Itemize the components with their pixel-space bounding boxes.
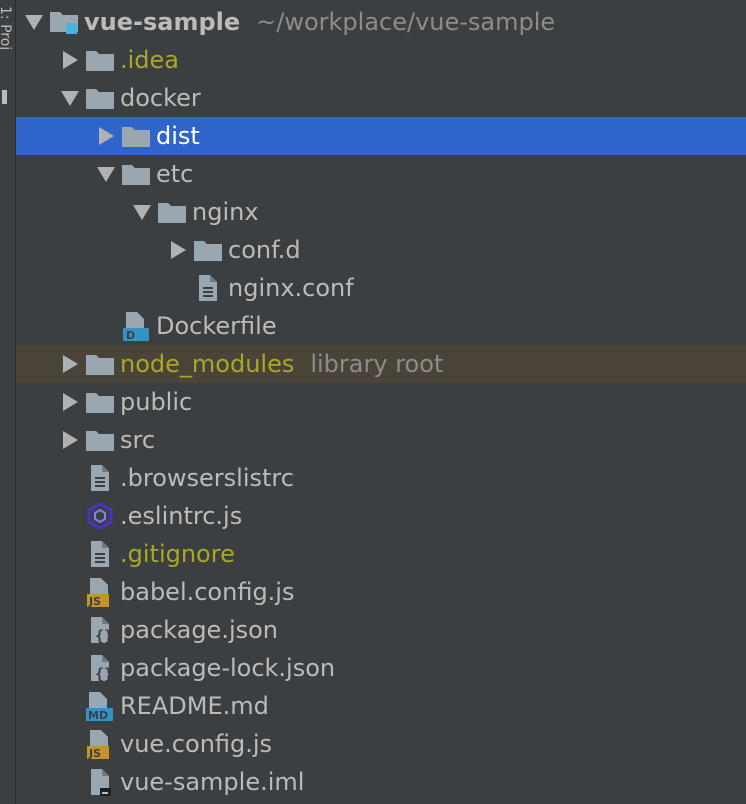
expand-arrow-down-icon[interactable] xyxy=(92,155,120,193)
triangle-shape xyxy=(25,14,43,30)
js-file-icon: JS xyxy=(84,573,116,611)
triangle-shape xyxy=(97,166,115,182)
tree-row-docker[interactable]: docker xyxy=(16,79,746,117)
folder-icon xyxy=(156,193,188,231)
tree-item-label: package.json xyxy=(120,616,279,644)
iml-file-icon xyxy=(84,763,116,801)
svg-text:JS: JS xyxy=(88,595,101,607)
tree-item-label: etc xyxy=(156,160,194,188)
triangle-shape xyxy=(133,204,151,220)
tree-row-vue-sample[interactable]: vue-sample ~/workplace/vue-sample xyxy=(16,3,746,41)
eslint-icon xyxy=(84,497,116,535)
expand-arrow-right-icon[interactable] xyxy=(164,231,192,269)
tree-item-label: Dockerfile xyxy=(156,312,277,340)
tree-item-label: README.md xyxy=(120,692,269,720)
tree-item-label: vue.config.js xyxy=(120,730,273,758)
tree-item-label: nginx.conf xyxy=(228,274,354,302)
markdown-file-icon: MD xyxy=(84,687,116,725)
js-file-icon: JS xyxy=(84,725,116,763)
triangle-shape xyxy=(62,393,78,411)
expand-arrow-right-icon[interactable] xyxy=(56,383,84,421)
tree-item-label: src xyxy=(120,426,156,454)
folder-icon xyxy=(84,421,116,459)
library-root-hint: library root xyxy=(310,350,444,378)
text-file-icon xyxy=(84,459,116,497)
folder-icon xyxy=(192,231,224,269)
folder-icon xyxy=(84,41,116,79)
tree-item-label: .idea xyxy=(120,46,180,74)
tree-row-vue-sample-iml[interactable]: vue-sample.iml xyxy=(16,763,746,801)
text-file-icon xyxy=(84,535,116,573)
tree-item-label: .eslintrc.js xyxy=(120,502,243,530)
tree-item-label: .gitignore xyxy=(120,540,235,568)
project-path-hint: ~/workplace/vue-sample xyxy=(256,8,556,36)
tree-item-label: node_modules xyxy=(120,350,295,378)
project-tool-window-stripe[interactable]: 1: Proj xyxy=(0,0,16,804)
triangle-shape xyxy=(61,90,79,106)
tree-item-label: vue-sample xyxy=(84,8,241,36)
folder-icon xyxy=(120,117,152,155)
tree-row-dot-eslintrc-js[interactable]: .eslintrc.js xyxy=(16,497,746,535)
tree-row-node-modules[interactable]: node_modules library root xyxy=(16,345,746,383)
tree-row-dot-idea[interactable]: .idea xyxy=(16,41,746,79)
text-file-icon xyxy=(192,269,224,307)
expand-arrow-down-icon[interactable] xyxy=(128,193,156,231)
tree-row-readme-md[interactable]: MD README.md xyxy=(16,687,746,725)
tree-row-nginx[interactable]: nginx xyxy=(16,193,746,231)
expand-arrow-right-icon[interactable] xyxy=(92,117,120,155)
folder-icon xyxy=(84,383,116,421)
stripe-marker xyxy=(2,90,7,104)
tree-item-label: package-lock.json xyxy=(120,654,336,682)
tree-row-dockerfile[interactable]: D Dockerfile xyxy=(16,307,746,345)
tree-row-src[interactable]: src xyxy=(16,421,746,459)
folder-icon xyxy=(120,155,152,193)
tree-row-package-lock-json[interactable]: {} package-lock.json xyxy=(16,649,746,687)
tree-row-dot-gitignore[interactable]: .gitignore xyxy=(16,535,746,573)
tree-row-dot-browserslistrc[interactable]: .browserslistrc xyxy=(16,459,746,497)
folder-icon xyxy=(84,79,116,117)
tree-item-label: public xyxy=(120,388,193,416)
json-file-icon: {} xyxy=(84,611,116,649)
tree-item-label: dist xyxy=(156,122,200,150)
svg-text:JS: JS xyxy=(88,747,101,759)
tree-row-etc[interactable]: etc xyxy=(16,155,746,193)
tree-item-label: docker xyxy=(120,84,201,112)
svg-text:{}: {} xyxy=(95,627,111,644)
project-tree[interactable]: vue-sample ~/workplace/vue-sample .idea doc… xyxy=(16,3,746,801)
project-tool-window-label[interactable]: 1: Proj xyxy=(0,6,12,76)
tree-row-conf-d[interactable]: conf.d xyxy=(16,231,746,269)
triangle-shape xyxy=(62,51,78,69)
tree-row-dist[interactable]: dist xyxy=(16,117,746,155)
tree-row-public[interactable]: public xyxy=(16,383,746,421)
expand-arrow-right-icon[interactable] xyxy=(56,421,84,459)
svg-text:MD: MD xyxy=(88,709,108,721)
expand-arrow-down-icon[interactable] xyxy=(56,79,84,117)
tree-item-label: babel.config.js xyxy=(120,578,295,606)
triangle-shape xyxy=(170,241,186,259)
tree-item-label: .browserslistrc xyxy=(120,464,294,492)
expand-arrow-down-icon[interactable] xyxy=(20,3,48,41)
tree-item-label: conf.d xyxy=(228,236,301,264)
tree-item-label: nginx xyxy=(192,198,259,226)
module-folder-icon xyxy=(48,3,80,41)
tree-row-vue-config-js[interactable]: JS vue.config.js xyxy=(16,725,746,763)
tree-row-package-json[interactable]: {} package.json xyxy=(16,611,746,649)
expand-arrow-right-icon[interactable] xyxy=(56,41,84,79)
tree-row-babel-config-js[interactable]: JS babel.config.js xyxy=(16,573,746,611)
json-file-icon: {} xyxy=(84,649,116,687)
tree-row-nginx-conf[interactable]: nginx.conf xyxy=(16,269,746,307)
dockerfile-icon: D xyxy=(120,307,152,345)
triangle-shape xyxy=(62,355,78,373)
folder-icon xyxy=(84,345,116,383)
svg-text:D: D xyxy=(126,329,135,341)
expand-arrow-right-icon[interactable] xyxy=(56,345,84,383)
triangle-shape xyxy=(62,431,78,449)
triangle-shape xyxy=(98,127,114,145)
tree-item-label: vue-sample.iml xyxy=(120,768,305,796)
svg-text:{}: {} xyxy=(95,665,111,682)
